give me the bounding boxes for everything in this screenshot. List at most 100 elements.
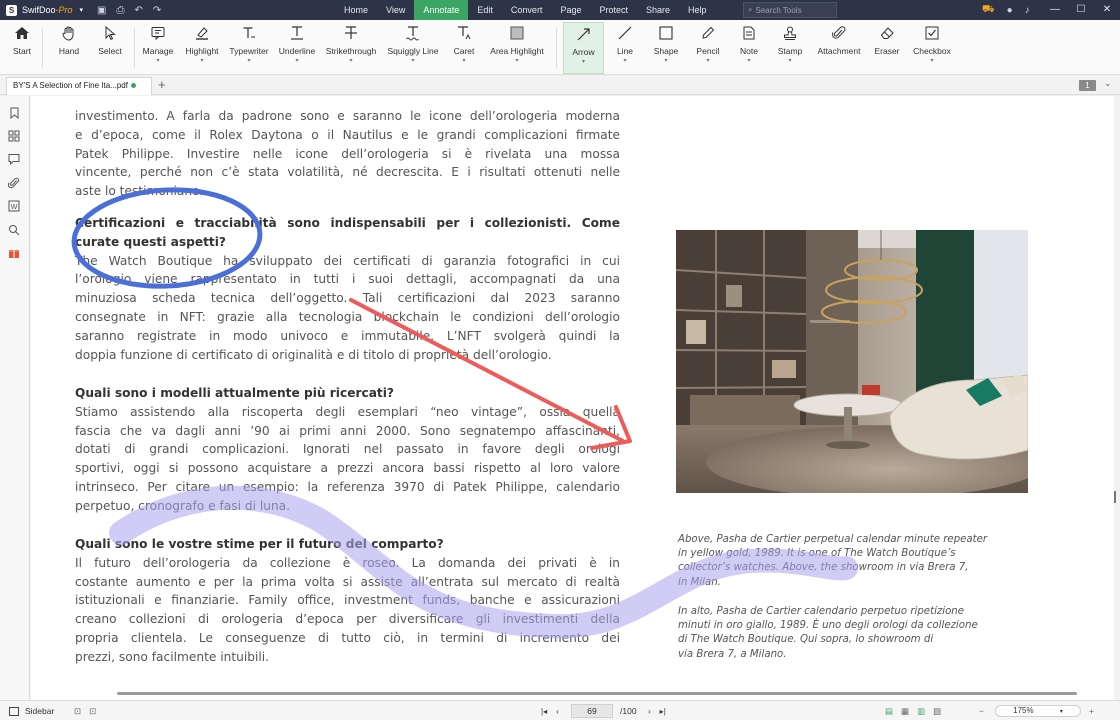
tool-highlight[interactable]: Highlight ▾ bbox=[181, 22, 223, 74]
tab-list-chevron-icon[interactable]: ⌄ bbox=[1104, 78, 1112, 89]
tool-strikethrough[interactable]: Strikethrough ▾ bbox=[323, 22, 379, 74]
scroll-thumb[interactable] bbox=[1114, 491, 1116, 503]
caption-line: Above, Pasha de Cartier perpetual calend… bbox=[678, 534, 988, 545]
document-page[interactable]: investimento. A farla da padrone sono e … bbox=[31, 96, 1114, 700]
search-tools-input[interactable]: ⌕ Search Tools bbox=[743, 2, 837, 18]
zoom-value: 175% bbox=[1013, 706, 1034, 715]
caption-english: Above, Pasha de Cartier perpetual calend… bbox=[678, 533, 1038, 590]
vertical-scrollbar[interactable] bbox=[1114, 96, 1120, 700]
eraser-icon bbox=[879, 22, 895, 44]
tool-squiggly-line[interactable]: Squiggly Line ▾ bbox=[385, 22, 441, 74]
tool-attachment[interactable]: Attachment bbox=[814, 22, 864, 74]
sidebar-label: Sidebar bbox=[25, 706, 55, 716]
tool-checkbox[interactable]: Checkbox ▾ bbox=[911, 22, 953, 74]
minimize-icon[interactable]: — bbox=[1042, 0, 1068, 20]
text-line: Stiamo assistendo alla riscoperta degli … bbox=[75, 404, 620, 419]
book-view-icon[interactable]: ▧ bbox=[933, 706, 941, 717]
user-icon[interactable]: ● bbox=[1007, 5, 1013, 16]
menu-page[interactable]: Page bbox=[551, 0, 590, 20]
text-line: investimento. A farla da padrone sono e … bbox=[75, 109, 620, 123]
total-pages: /100 bbox=[620, 706, 637, 716]
app-menu-chevron-icon[interactable]: ▾ bbox=[80, 6, 84, 14]
new-tab-plus-icon[interactable]: + bbox=[158, 77, 166, 92]
bookmark-icon[interactable] bbox=[7, 106, 21, 120]
squiggly-icon bbox=[405, 22, 421, 44]
search-panel-icon[interactable] bbox=[7, 223, 21, 237]
tool-select[interactable]: Select bbox=[96, 22, 124, 74]
forward-page-icon[interactable]: ⊡ bbox=[89, 706, 96, 717]
menu-protect[interactable]: Protect bbox=[590, 0, 637, 20]
hand-icon bbox=[61, 22, 77, 44]
menu-help[interactable]: Help bbox=[679, 0, 716, 20]
tool-pencil[interactable]: Pencil ▾ bbox=[694, 22, 722, 74]
text-line: perpetuo, cronografo e fasi di luna. bbox=[75, 498, 291, 513]
page-count-badge: 1 bbox=[1079, 80, 1096, 91]
attachments-icon[interactable] bbox=[7, 176, 21, 190]
tool-caret[interactable]: Caret ▾ bbox=[450, 22, 478, 74]
note-icon bbox=[741, 22, 757, 44]
undo-icon[interactable]: ↶ bbox=[135, 5, 143, 16]
save-icon[interactable]: ▣ bbox=[97, 5, 106, 16]
next-page-icon[interactable]: › bbox=[648, 707, 651, 716]
prev-page-icon[interactable]: ‹ bbox=[556, 707, 559, 716]
menu-convert[interactable]: Convert bbox=[502, 0, 552, 20]
bell-icon[interactable]: ♪ bbox=[1025, 5, 1030, 16]
left-panel: W bbox=[0, 96, 30, 700]
current-page-input[interactable]: 69 bbox=[571, 704, 613, 718]
two-page-view-icon[interactable]: ▦ bbox=[901, 706, 909, 717]
close-icon[interactable]: ✕ bbox=[1094, 0, 1120, 20]
text-line: consegnate in NFT: grazie alla tecnologi… bbox=[75, 309, 620, 324]
caption-line: di The Watch Boutique. Qui sopra, lo sho… bbox=[678, 634, 934, 646]
zoom-select[interactable]: 175% ▾ bbox=[995, 705, 1081, 717]
thumbnails-icon[interactable] bbox=[7, 129, 21, 143]
tool-typewriter[interactable]: Typewriter ▾ bbox=[228, 22, 270, 74]
comments-icon[interactable] bbox=[7, 152, 21, 166]
tool-hand[interactable]: Hand bbox=[55, 22, 83, 74]
back-page-icon[interactable]: ⊡ bbox=[74, 706, 81, 717]
menu-home[interactable]: Home bbox=[335, 0, 377, 20]
cart-icon[interactable]: ⛟ bbox=[982, 4, 995, 17]
horizontal-scrollbar[interactable] bbox=[117, 692, 1077, 695]
zoom-out-icon[interactable]: − bbox=[979, 701, 984, 720]
tool-start[interactable]: Start bbox=[10, 22, 34, 74]
search-icon: ⌕ bbox=[748, 5, 753, 14]
tool-stamp[interactable]: Stamp ▾ bbox=[775, 22, 805, 74]
home-icon bbox=[14, 22, 30, 44]
first-page-icon[interactable]: |◂ bbox=[541, 707, 547, 716]
menu-view[interactable]: View bbox=[377, 0, 414, 20]
annotate-ribbon: Start Hand Select Manage ▾ Highlight ▾ T… bbox=[0, 20, 1120, 75]
underline-icon bbox=[289, 22, 305, 44]
zoom-in-icon[interactable]: + bbox=[1089, 701, 1094, 720]
arrow-icon bbox=[576, 23, 592, 45]
tool-manage[interactable]: Manage ▾ bbox=[140, 22, 176, 74]
text-line: e d’epoca, come il Rolex Daytona o il Na… bbox=[75, 127, 620, 142]
tool-line[interactable]: Line ▾ bbox=[612, 22, 638, 74]
manage-icon bbox=[150, 22, 166, 44]
maximize-icon[interactable]: ☐ bbox=[1068, 0, 1094, 20]
checkbox-icon bbox=[924, 22, 940, 44]
tool-arrow[interactable]: Arrow ▾ bbox=[563, 22, 604, 74]
text-line: The Watch Boutique ha sviluppato dei cer… bbox=[75, 253, 620, 268]
gift-icon[interactable] bbox=[7, 246, 21, 260]
word-icon[interactable]: W bbox=[7, 199, 21, 213]
stamp-icon bbox=[782, 22, 798, 44]
tool-note[interactable]: Note ▾ bbox=[737, 22, 761, 74]
menu-edit[interactable]: Edit bbox=[468, 0, 502, 20]
menu-share[interactable]: Share bbox=[637, 0, 679, 20]
caption-line: via Brera 7, a Milano. bbox=[678, 648, 787, 660]
single-page-view-icon[interactable]: ▤ bbox=[885, 706, 893, 717]
continuous-view-icon[interactable]: ▥ bbox=[917, 706, 925, 717]
tool-shape[interactable]: Shape ▾ bbox=[651, 22, 681, 74]
last-page-icon[interactable]: ▸| bbox=[660, 707, 666, 716]
print-icon[interactable]: ⎙ bbox=[117, 5, 125, 16]
showroom-photo bbox=[676, 230, 1028, 493]
tool-eraser[interactable]: Eraser bbox=[873, 22, 901, 74]
menu-annotate[interactable]: Annotate bbox=[414, 0, 469, 20]
sidebar-toggle[interactable]: Sidebar bbox=[9, 701, 54, 720]
tool-underline[interactable]: Underline ▾ bbox=[276, 22, 318, 74]
caption-line: In alto, Pasha de Cartier calendario per… bbox=[678, 606, 965, 617]
redo-icon[interactable]: ↷ bbox=[153, 5, 161, 16]
caption-line: in Milan. bbox=[678, 576, 721, 588]
tool-area-highlight[interactable]: Area Highlight ▾ bbox=[486, 22, 548, 74]
document-tab[interactable]: BY'S A Selection of Fine Ita...pdf bbox=[6, 77, 152, 95]
